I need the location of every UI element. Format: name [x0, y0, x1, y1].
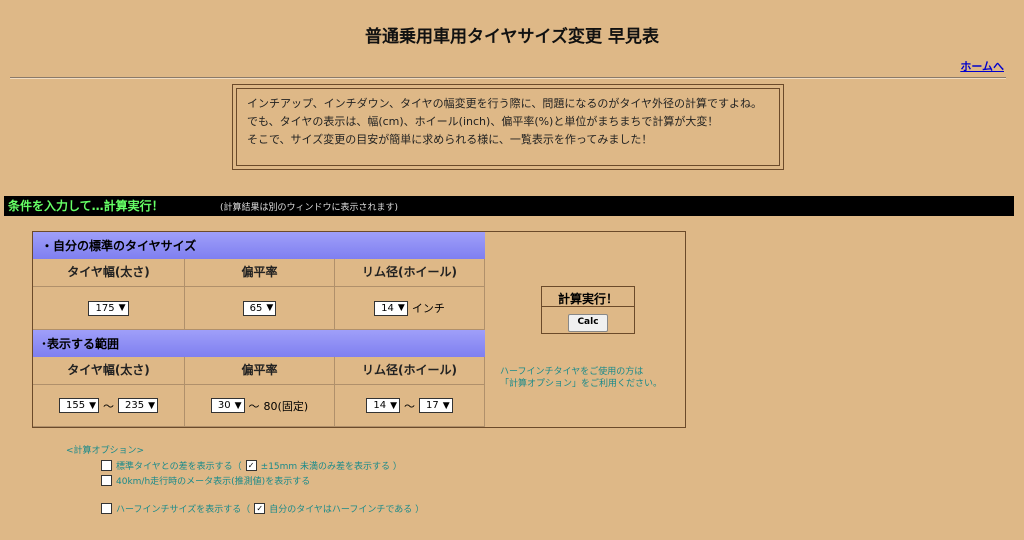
instruction-title: 条件を入力して…計算実行！	[8, 199, 164, 213]
option-meter-checkbox[interactable]	[101, 475, 112, 486]
aspect-to-fixed-label: 80(固定)	[263, 399, 309, 413]
range-rim-from-select[interactable]: 14 ▼	[366, 398, 400, 413]
divider	[10, 77, 1006, 79]
calc-options-heading: <計算オプション>	[66, 446, 145, 456]
option-half-inch-sub-label: 自分のタイヤはハーフインチである ）	[269, 505, 425, 515]
standard-size-header: ・自分の標準のタイヤサイズ	[33, 232, 485, 259]
range-rim-to-select[interactable]: 17 ▼	[419, 398, 453, 413]
chevron-down-icon: ▼	[89, 400, 96, 411]
tilde-label: 〜	[248, 399, 260, 413]
intro-box: インチアップ、インチダウン、タイヤの幅変更を行う際に、問題になるのがタイヤ外径の…	[232, 84, 784, 170]
calc-label: 計算実行！	[542, 287, 634, 307]
rim-unit-label: インチ	[411, 302, 445, 315]
option-diff-label: 標準タイヤとの差を表示する（	[116, 462, 242, 472]
option-diff-checkbox[interactable]	[101, 460, 112, 471]
chevron-down-icon: ▼	[390, 400, 397, 411]
standard-aspect-select[interactable]: 65 ▼	[242, 300, 277, 316]
instruction-bar: 条件を入力して…計算実行！ (計算結果は別のウィンドウに表示されます)	[4, 196, 1014, 216]
range-width-to-select[interactable]: 235 ▼	[118, 398, 159, 413]
option-meter-label: 40km/h走行時のメータ表示(推測値)を表示する	[116, 477, 311, 487]
col-head-width: タイヤ幅(太さ)	[33, 259, 185, 287]
instruction-note: (計算結果は別のウィンドウに表示されます)	[220, 203, 399, 213]
calc-box: 計算実行！ Calc	[541, 286, 635, 334]
range-width-cell: 155 ▼ 〜 235 ▼	[33, 385, 185, 427]
intro-line-2: でも、タイヤの表示は、幅(cm)、ホイール(inch)、偏平率(%)と単位がまち…	[247, 115, 719, 128]
option-half-inch-sub-checkbox[interactable]: ✓	[254, 503, 266, 514]
home-link[interactable]: ホームへ	[960, 58, 1004, 74]
range-col-head-aspect: 偏平率	[185, 357, 335, 385]
half-inch-note-line-2: 「計算オプション」をご利用ください。	[500, 379, 663, 389]
option-row-meter: 40km/h走行時のメータ表示(推測値)を表示する	[101, 474, 310, 487]
standard-rim-cell: 14 ▼ インチ	[335, 287, 485, 330]
option-diff-sub-label: ±15mm 未満のみ差を表示する ）	[260, 462, 402, 472]
range-width-from-select[interactable]: 155 ▼	[58, 398, 99, 413]
input-form-table: ・自分の標準のタイヤサイズ タイヤ幅(太さ) 偏平率 リム径(ホイール) 175…	[32, 231, 686, 428]
intro-line-3: そこで、サイズ変更の目安が簡単に求められる様に、一覧表示を作ってみました！	[247, 133, 653, 146]
option-half-inch-checkbox[interactable]	[101, 503, 112, 514]
chevron-down-icon: ▼	[397, 303, 405, 313]
col-head-rim: リム径(ホイール)	[335, 259, 485, 287]
tilde-label: 〜	[103, 399, 114, 413]
calc-button[interactable]: Calc	[568, 314, 608, 332]
option-row-diff: 標準タイヤとの差を表示する（ ✓ ±15mm 未満のみ差を表示する ）	[101, 459, 402, 472]
option-half-inch-label: ハーフインチサイズを表示する（	[116, 505, 251, 515]
option-row-half-inch: ハーフインチサイズを表示する（ ✓ 自分のタイヤはハーフインチである ）	[101, 502, 424, 515]
half-inch-note: ハーフインチタイヤをご使用の方は 「計算オプション」をご利用ください。	[500, 366, 662, 390]
range-aspect-from-select[interactable]: 30 ▼	[210, 398, 245, 413]
standard-width-cell: 175 ▼	[33, 287, 185, 330]
chevron-down-icon: ▼	[266, 303, 274, 313]
standard-aspect-cell: 65 ▼	[185, 287, 335, 330]
chevron-down-icon: ▼	[442, 400, 450, 411]
page-title: 普通乗用車用タイヤサイズ変更 早見表	[365, 27, 659, 47]
tilde-label: 〜	[404, 399, 415, 413]
chevron-down-icon: ▼	[118, 303, 126, 313]
col-head-aspect: 偏平率	[185, 259, 335, 287]
range-col-head-width: タイヤ幅(太さ)	[33, 357, 185, 385]
range-aspect-cell: 30 ▼ 〜 80(固定)	[185, 385, 335, 427]
standard-width-select[interactable]: 175 ▼	[88, 300, 129, 316]
intro-line-1: インチアップ、インチダウン、タイヤの幅変更を行う際に、問題になるのがタイヤ外径の…	[247, 97, 763, 110]
range-col-head-rim: リム径(ホイール)	[335, 357, 485, 385]
chevron-down-icon: ▼	[234, 400, 242, 411]
range-rim-cell: 14 ▼ 〜 17 ▼	[335, 385, 485, 427]
half-inch-note-line-1: ハーフインチタイヤをご使用の方は	[500, 367, 644, 377]
option-diff-sub-checkbox[interactable]: ✓	[245, 460, 257, 471]
intro-text: インチアップ、インチダウン、タイヤの幅変更を行う際に、問題になるのがタイヤ外径の…	[236, 88, 780, 166]
standard-rim-select[interactable]: 14 ▼	[374, 300, 408, 316]
chevron-down-icon: ▼	[148, 400, 156, 411]
range-header: ･表示する範囲	[33, 330, 485, 357]
